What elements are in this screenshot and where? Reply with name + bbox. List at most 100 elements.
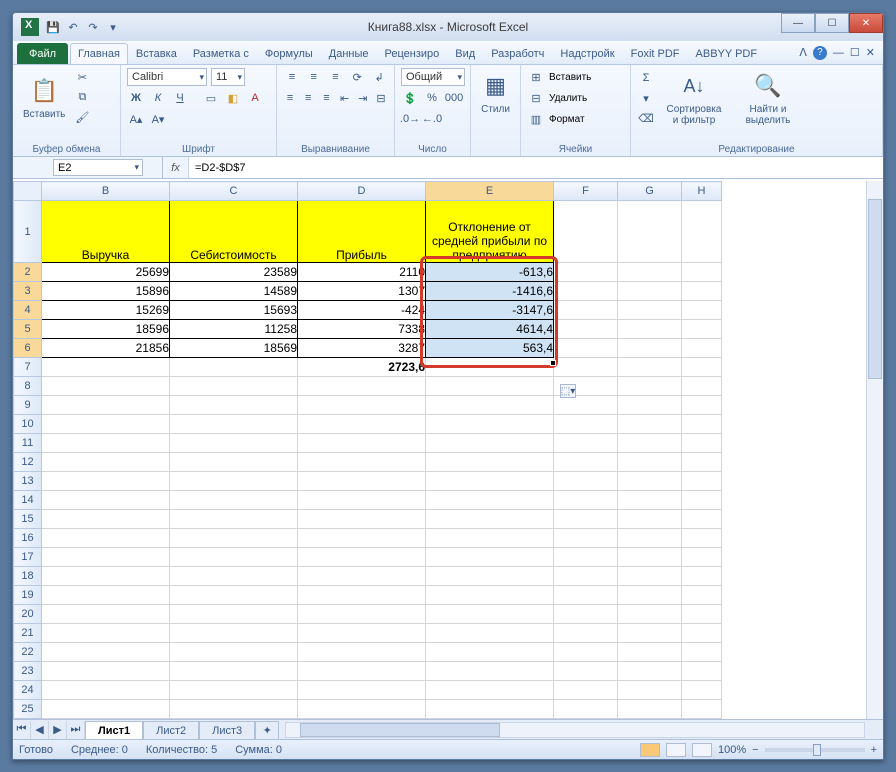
cell-F4[interactable] xyxy=(554,301,618,320)
cell-B9[interactable] xyxy=(42,396,170,415)
cell-C5[interactable]: 11258 xyxy=(170,320,298,339)
close-button[interactable]: ✕ xyxy=(849,13,883,33)
tab-developer[interactable]: Разработч xyxy=(483,43,552,64)
hscroll-thumb[interactable] xyxy=(300,723,500,737)
maximize-button[interactable]: ☐ xyxy=(815,13,849,33)
cell-F3[interactable] xyxy=(554,282,618,301)
cell-D5[interactable]: 7338 xyxy=(298,320,426,339)
cell-C17[interactable] xyxy=(170,548,298,567)
cell-G22[interactable] xyxy=(618,643,682,662)
row-head-21[interactable]: 21 xyxy=(14,624,42,643)
cell-H24[interactable] xyxy=(682,681,722,700)
cell-E9[interactable] xyxy=(426,396,554,415)
zoom-in-button[interactable]: + xyxy=(871,744,877,756)
zoom-out-button[interactable]: − xyxy=(752,744,758,756)
tab-addins[interactable]: Надстройк xyxy=(552,43,622,64)
cell-G14[interactable] xyxy=(618,491,682,510)
cell-G20[interactable] xyxy=(618,605,682,624)
view-normal-button[interactable] xyxy=(640,743,660,757)
formula-input[interactable]: =D2-$D$7 xyxy=(189,157,883,178)
cell-E7[interactable] xyxy=(426,358,554,377)
header-cell-E1[interactable]: Отклонение от средней прибыли по предпри… xyxy=(426,201,554,263)
merge-button[interactable]: ⊟ xyxy=(374,89,388,107)
cell-G15[interactable] xyxy=(618,510,682,529)
increase-decimal-button[interactable]: .0→ xyxy=(401,110,419,128)
cell-F17[interactable] xyxy=(554,548,618,567)
paste-button[interactable]: 📋 Вставить xyxy=(19,73,69,122)
row-head-18[interactable]: 18 xyxy=(14,567,42,586)
decrease-font-button[interactable]: A▾ xyxy=(149,110,167,128)
cell-G7[interactable] xyxy=(618,358,682,377)
cell-D16[interactable] xyxy=(298,529,426,548)
insert-cells-button[interactable]: ⊞ xyxy=(527,68,545,86)
row-head-6[interactable]: 6 xyxy=(14,339,42,358)
cell-D20[interactable] xyxy=(298,605,426,624)
sheet-tab-3[interactable]: Лист3 xyxy=(199,721,255,740)
cell-H19[interactable] xyxy=(682,586,722,605)
wrap-text-button[interactable]: ↲ xyxy=(370,68,388,86)
cell-H12[interactable] xyxy=(682,453,722,472)
cell-D21[interactable] xyxy=(298,624,426,643)
doc-minimize-icon[interactable]: — xyxy=(833,47,844,59)
col-head-E[interactable]: E xyxy=(426,182,554,201)
cell-H20[interactable] xyxy=(682,605,722,624)
cell-B5[interactable]: 18596 xyxy=(42,320,170,339)
cell-B12[interactable] xyxy=(42,453,170,472)
row-head-15[interactable]: 15 xyxy=(14,510,42,529)
cell-C23[interactable] xyxy=(170,662,298,681)
cell-H5[interactable] xyxy=(682,320,722,339)
row-head-16[interactable]: 16 xyxy=(14,529,42,548)
cell-F22[interactable] xyxy=(554,643,618,662)
cell-G21[interactable] xyxy=(618,624,682,643)
cell-E14[interactable] xyxy=(426,491,554,510)
cell-B17[interactable] xyxy=(42,548,170,567)
cell-E8[interactable] xyxy=(426,377,554,396)
cell-E13[interactable] xyxy=(426,472,554,491)
cell-H11[interactable] xyxy=(682,434,722,453)
cell-C13[interactable] xyxy=(170,472,298,491)
align-middle-button[interactable]: ≡ xyxy=(305,68,323,86)
cell-E22[interactable] xyxy=(426,643,554,662)
italic-button[interactable]: К xyxy=(149,89,167,107)
vscroll-thumb[interactable] xyxy=(868,199,882,379)
cell-C2[interactable]: 23589 xyxy=(170,263,298,282)
cell-F10[interactable] xyxy=(554,415,618,434)
cell-D10[interactable] xyxy=(298,415,426,434)
cell-D6[interactable]: 3287 xyxy=(298,339,426,358)
cell-D11[interactable] xyxy=(298,434,426,453)
align-top-button[interactable]: ≡ xyxy=(283,68,301,86)
tab-formulas[interactable]: Формулы xyxy=(257,43,321,64)
cell-G12[interactable] xyxy=(618,453,682,472)
cell-F25[interactable] xyxy=(554,700,618,719)
cell-B22[interactable] xyxy=(42,643,170,662)
cell-B3[interactable]: 15896 xyxy=(42,282,170,301)
vertical-scrollbar[interactable] xyxy=(866,181,883,719)
row-head-5[interactable]: 5 xyxy=(14,320,42,339)
cell-H9[interactable] xyxy=(682,396,722,415)
new-sheet-button[interactable]: ✦ xyxy=(255,721,279,740)
cell-F18[interactable] xyxy=(554,567,618,586)
help-icon[interactable]: ? xyxy=(813,46,827,60)
cell-C4[interactable]: 15693 xyxy=(170,301,298,320)
orientation-button[interactable]: ⟳ xyxy=(348,68,366,86)
cell-E2[interactable]: -613,6 xyxy=(426,263,554,282)
row-head-19[interactable]: 19 xyxy=(14,586,42,605)
cell-C11[interactable] xyxy=(170,434,298,453)
cell-D18[interactable] xyxy=(298,567,426,586)
row-head-2[interactable]: 2 xyxy=(14,263,42,282)
cell-G2[interactable] xyxy=(618,263,682,282)
cell-D23[interactable] xyxy=(298,662,426,681)
cell-D2[interactable]: 2110 xyxy=(298,263,426,282)
col-head-F[interactable]: F xyxy=(554,182,618,201)
row-head-3[interactable]: 3 xyxy=(14,282,42,301)
format-cells-button[interactable]: ▥ xyxy=(527,110,545,128)
cell-E24[interactable] xyxy=(426,681,554,700)
cell-E16[interactable] xyxy=(426,529,554,548)
cell-C3[interactable]: 14589 xyxy=(170,282,298,301)
zoom-thumb[interactable] xyxy=(813,744,821,756)
clear-button[interactable]: ⌫ xyxy=(637,109,655,127)
minimize-button[interactable]: — xyxy=(781,13,815,33)
cell-D8[interactable] xyxy=(298,377,426,396)
decrease-decimal-button[interactable]: ←.0 xyxy=(423,110,441,128)
header-cell-D1[interactable]: Прибыль xyxy=(298,201,426,263)
